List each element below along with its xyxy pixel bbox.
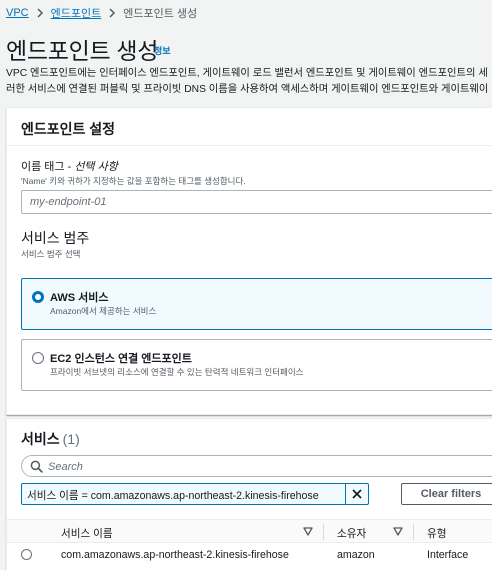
row-select-radio[interactable] (21, 549, 32, 560)
close-icon (352, 489, 362, 499)
chevron-right-icon (108, 8, 116, 18)
filter-token: 서비스 이름 = com.amazonaws.ap-northeast-2.ki… (21, 483, 369, 505)
clear-filters-button[interactable]: Clear filters (401, 483, 492, 505)
cell-service-name: com.amazonaws.ap-northeast-2.kinesis-fir… (61, 549, 289, 561)
search-icon (30, 460, 43, 473)
service-category-title: 서비스 범주 (21, 230, 90, 246)
sort-down-icon[interactable] (303, 527, 313, 536)
info-link[interactable]: 정보 (154, 44, 171, 57)
breadcrumb-endpoints-link[interactable]: 엔드포인트 (51, 5, 102, 21)
endpoint-settings-panel: 엔드포인트 설정 이름 태그 - 선택 사항 'Name' 키와 귀하가 지정하… (6, 107, 492, 415)
search-input[interactable] (48, 459, 488, 475)
services-title: 서비스 (21, 431, 60, 447)
endpoint-settings-header: 엔드포인트 설정 (7, 108, 492, 146)
name-tag-hint: 'Name' 키와 귀하가 지정하는 값을 포함하는 태그를 생성합니다. (21, 176, 246, 186)
page-description: VPC 엔드포인트에는 인터페이스 엔드포인트, 게이트웨이 로드 밸런서 엔드… (6, 66, 492, 98)
breadcrumb: VPC 엔드포인트 엔드포인트 생성 (6, 5, 197, 21)
column-header-type[interactable]: 유형 (427, 526, 447, 541)
page-description-line: 러한 서비스에 연결된 퍼블릭 및 프라이빗 DNS 이름을 사용하여 액세스하… (6, 84, 489, 95)
name-tag-optional: 선택 사항 (74, 161, 118, 173)
remove-filter-button[interactable] (346, 484, 368, 504)
name-tag-label-text: 이름 태그 - (21, 161, 75, 173)
aws-services-option[interactable]: AWS 서비스 Amazon에서 제공하는 서비스 (21, 278, 492, 330)
table-header: 서비스 이름 소유자 유형 (7, 519, 492, 543)
column-divider[interactable] (413, 524, 414, 540)
search-bar[interactable] (21, 455, 492, 477)
cell-type: Interface (427, 549, 469, 561)
services-count: (1) (62, 431, 80, 447)
column-header-service-name[interactable]: 서비스 이름 (61, 526, 113, 541)
page-title: 엔드포인트 생성 (6, 38, 159, 64)
filter-token-text: 서비스 이름 = com.amazonaws.ap-northeast-2.ki… (22, 484, 346, 504)
table-row[interactable]: com.amazonaws.ap-northeast-2.kinesis-fir… (7, 543, 492, 567)
service-category-hint: 서비스 범주 선택 (21, 249, 81, 259)
option-title: EC2 인스턴스 연결 엔드포인트 (50, 353, 192, 365)
services-panel: 서비스(1) 서비스 이름 = com.amazonaws.ap-northea… (6, 418, 492, 570)
cell-owner: amazon (337, 549, 375, 561)
radio-selected-icon[interactable] (32, 291, 44, 303)
sort-down-icon[interactable] (393, 527, 403, 536)
option-title: AWS 서비스 (50, 292, 109, 304)
breadcrumb-current: 엔드포인트 생성 (123, 8, 198, 20)
breadcrumb-vpc-link[interactable]: VPC (6, 7, 29, 19)
name-tag-label: 이름 태그 - 선택 사항 (21, 158, 118, 174)
services-header: 서비스 (1) (7, 419, 492, 453)
option-description: 프라이빗 서브넷의 리소스에 연결할 수 있는 탄력적 네트워크 인터페이스 (50, 367, 304, 377)
column-divider[interactable] (323, 524, 324, 540)
option-description: Amazon에서 제공하는 서비스 (50, 306, 157, 316)
column-header-owner[interactable]: 소유자 (337, 526, 366, 541)
ec2-instance-connect-option[interactable]: EC2 인스턴스 연결 엔드포인트 프라이빗 서브넷의 리소스에 연결할 수 있… (21, 339, 492, 391)
page-description-line: VPC 엔드포인트에는 인터페이스 엔드포인트, 게이트웨이 로드 밸런서 엔드… (6, 68, 488, 79)
radio-unselected-icon[interactable] (32, 352, 44, 364)
name-tag-input[interactable]: my-endpoint-01 (21, 190, 492, 214)
chevron-right-icon (36, 8, 44, 18)
